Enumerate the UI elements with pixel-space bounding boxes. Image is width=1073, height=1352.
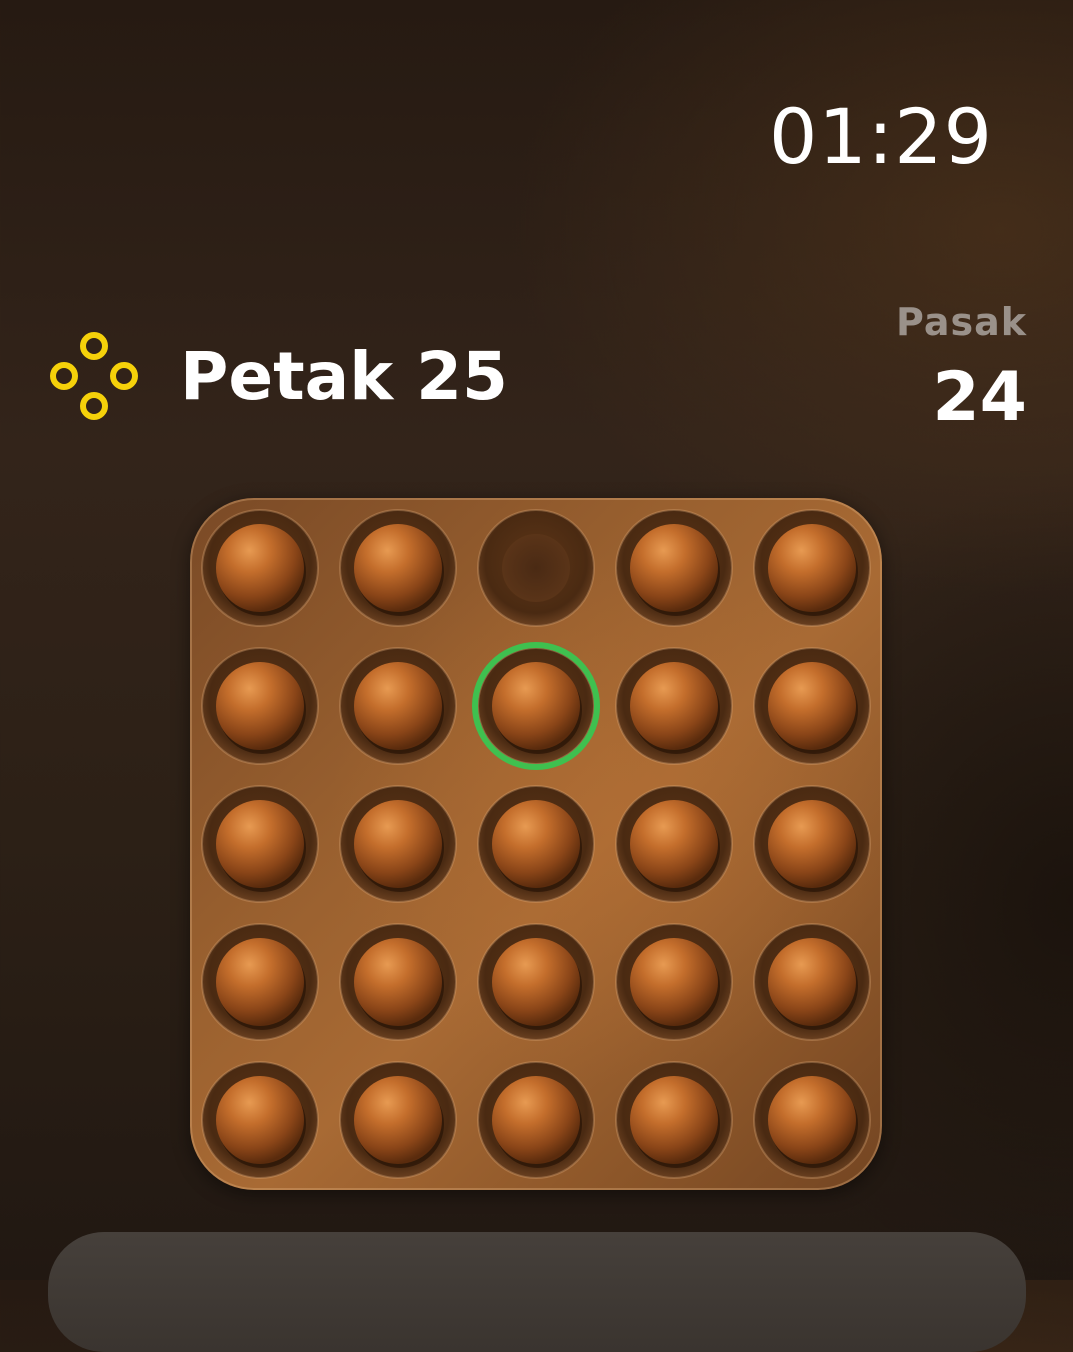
peg-hole[interactable]: [615, 509, 733, 627]
peg-hole[interactable]: [753, 1061, 871, 1179]
peg[interactable]: [492, 662, 580, 750]
clock-time: 01:29: [768, 92, 993, 181]
peg-hole[interactable]: [615, 647, 733, 765]
peg-hole[interactable]: [201, 785, 319, 903]
peg[interactable]: [354, 1076, 442, 1164]
peg[interactable]: [492, 938, 580, 1026]
peg-hole[interactable]: [753, 785, 871, 903]
peg-hole[interactable]: [477, 1061, 595, 1179]
puzzle-title: Petak 25: [180, 337, 508, 415]
peg-hole[interactable]: [615, 1061, 733, 1179]
peg[interactable]: [768, 524, 856, 612]
peg-hole[interactable]: [339, 509, 457, 627]
peg[interactable]: [216, 524, 304, 612]
peg-hole[interactable]: [201, 1061, 319, 1179]
peg[interactable]: [630, 524, 718, 612]
peg[interactable]: [630, 1076, 718, 1164]
peg-hole[interactable]: [339, 647, 457, 765]
peg-board-grid[interactable]: [190, 498, 882, 1190]
pegs-counter: Pasak 24: [896, 300, 1027, 437]
peg[interactable]: [354, 938, 442, 1026]
peg-hole[interactable]: [615, 785, 733, 903]
hole-center: [502, 534, 570, 602]
peg[interactable]: [768, 662, 856, 750]
peg-hole[interactable]: [339, 923, 457, 1041]
peg[interactable]: [354, 524, 442, 612]
peg[interactable]: [492, 1076, 580, 1164]
peg-hole[interactable]: [753, 509, 871, 627]
peg[interactable]: [768, 800, 856, 888]
peg[interactable]: [630, 938, 718, 1026]
peg-hole[interactable]: [477, 785, 595, 903]
peg[interactable]: [768, 938, 856, 1026]
peg[interactable]: [630, 800, 718, 888]
peg[interactable]: [354, 800, 442, 888]
pegs-label: Pasak: [895, 300, 1027, 344]
peg-hole[interactable]: [753, 923, 871, 1041]
peg-hole[interactable]: [472, 642, 600, 770]
peg[interactable]: [630, 662, 718, 750]
peg-hole[interactable]: [201, 923, 319, 1041]
pegs-count: 24: [932, 358, 1027, 437]
peg-hole[interactable]: [339, 1061, 457, 1179]
puzzle-header: Petak 25: [48, 330, 508, 422]
bottom-panel[interactable]: [48, 1232, 1026, 1352]
peg[interactable]: [216, 938, 304, 1026]
peg-hole[interactable]: [339, 785, 457, 903]
peg-cluster-icon: [48, 330, 140, 422]
peg-hole[interactable]: [753, 647, 871, 765]
peg-board[interactable]: [190, 498, 882, 1190]
empty-hole[interactable]: [477, 509, 595, 627]
peg[interactable]: [216, 800, 304, 888]
peg-hole[interactable]: [477, 923, 595, 1041]
peg[interactable]: [768, 1076, 856, 1164]
peg-hole[interactable]: [615, 923, 733, 1041]
peg[interactable]: [354, 662, 442, 750]
peg[interactable]: [216, 662, 304, 750]
peg-hole[interactable]: [201, 647, 319, 765]
peg[interactable]: [492, 800, 580, 888]
peg-hole[interactable]: [201, 509, 319, 627]
peg[interactable]: [216, 1076, 304, 1164]
